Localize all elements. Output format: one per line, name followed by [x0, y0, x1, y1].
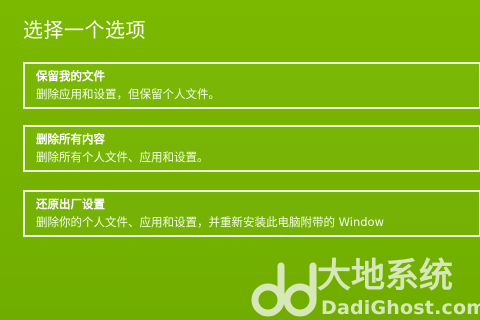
dadighost-logo-icon [251, 262, 317, 317]
keep-files-option[interactable]: 保留我的文件 删除应用和设置，但保留个人文件。 [23, 62, 480, 109]
reset-options-screen: 选择一个选项 保留我的文件 删除应用和设置，但保留个人文件。 删除所有内容 删除… [0, 0, 480, 320]
watermark-chinese-text: 大地系统 [317, 256, 453, 296]
watermark-english-text: DadiGhost.com [321, 297, 480, 319]
factory-reset-option[interactable]: 还原出厂设置 删除你的个人文件、应用和设置，并重新安装此电脑附带的 Window [23, 190, 480, 237]
factory-reset-title: 还原出厂设置 [36, 197, 105, 211]
keep-files-title: 保留我的文件 [36, 69, 105, 83]
remove-everything-option[interactable]: 删除所有内容 删除所有个人文件、应用和设置。 [23, 125, 480, 172]
remove-everything-title: 删除所有内容 [36, 132, 105, 146]
remove-everything-description: 删除所有个人文件、应用和设置。 [36, 150, 209, 164]
watermark: 大地系统 DadiGhost.com [245, 254, 480, 320]
factory-reset-description: 删除你的个人文件、应用和设置，并重新安装此电脑附带的 Window [36, 215, 384, 229]
keep-files-description: 删除应用和设置，但保留个人文件。 [36, 87, 220, 101]
page-title: 选择一个选项 [23, 18, 146, 42]
